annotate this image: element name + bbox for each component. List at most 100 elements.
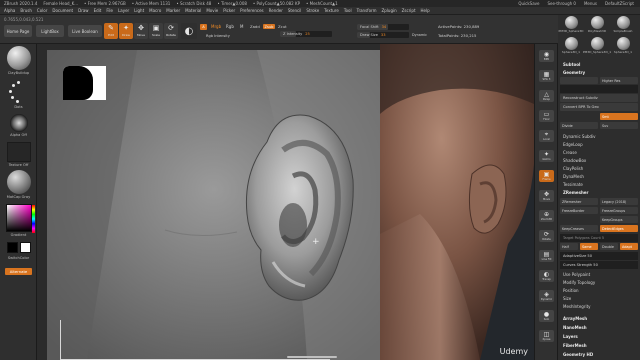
rotate-button[interactable]: ⟳ Rotate (539, 230, 554, 242)
menu-marker[interactable]: Marker (166, 8, 180, 13)
menu-edit[interactable]: Edit (94, 8, 102, 13)
menu-draw[interactable]: Draw (78, 8, 88, 13)
menu-material[interactable]: Material (185, 8, 201, 13)
transp-button[interactable]: ◐ Transp (539, 270, 554, 282)
freeze-border-toggle[interactable]: FreezeBorder (560, 207, 598, 214)
fibermesh-section[interactable]: FiberMesh (560, 341, 638, 349)
brush-picker[interactable]: ClayBuildup (5, 46, 32, 75)
edit-mode-button[interactable]: ✎ Edit (104, 23, 118, 39)
subtool-section[interactable]: Subtool (560, 60, 638, 68)
smt-toggle[interactable]: Smt (600, 113, 638, 120)
convert-bpr-button[interactable]: Convert BPR To Geo (560, 103, 638, 111)
zremesher-section[interactable]: ZRemesher (560, 188, 638, 196)
same-button[interactable]: Same (580, 243, 598, 250)
dynamic-toggle[interactable]: Dynamic (412, 33, 427, 37)
menu-alpha[interactable]: Alpha (4, 8, 15, 13)
geometry-section[interactable]: Geometry (560, 68, 638, 76)
thumb-sphere3d-1[interactable]: Sphere3D_1 (612, 37, 634, 54)
rgb-button[interactable]: Rgb (226, 24, 234, 29)
detect-edges-toggle[interactable]: DetectEdges (600, 225, 638, 232)
alternate-button[interactable]: Alternate (5, 268, 32, 275)
keep-groups-toggle[interactable]: KeepGroups (600, 216, 638, 223)
size-section[interactable]: Size (560, 294, 638, 302)
live-boolean-button[interactable]: Live Boolean (68, 25, 102, 37)
focal-shift-slider[interactable]: Focal Shift 34 (357, 24, 409, 30)
a-toggle[interactable]: A (200, 24, 207, 30)
divide-button[interactable]: Divide (560, 122, 598, 129)
reconstruct-subdiv-button[interactable]: Reconstruct Subdiv (560, 94, 638, 102)
dynamesh-section[interactable]: DynaMesh (560, 172, 638, 180)
thumb-polymesh[interactable]: PolyMesh3D (586, 16, 608, 33)
menu-zscript[interactable]: Zscript (402, 8, 416, 13)
spix-3-button[interactable]: ▦ SPix 3 (539, 70, 554, 82)
menu-document[interactable]: Document (52, 8, 73, 13)
keep-creases-toggle[interactable]: KeepCreases (560, 225, 598, 232)
zcut-button[interactable]: Zcut (278, 24, 287, 29)
dynamic-button[interactable]: ◈ Dynamic (539, 290, 554, 302)
adaptive-size-slider[interactable]: AdaptiveSize 50 (560, 252, 638, 260)
menu-macro[interactable]: Macro (149, 8, 161, 13)
menu-light[interactable]: Light (134, 8, 144, 13)
menu-movie[interactable]: Movie (206, 8, 218, 13)
zremesher-button[interactable]: ZRemesher (560, 198, 598, 205)
claypolish-section[interactable]: ClayPolish (560, 164, 638, 172)
menu-help[interactable]: Help (421, 8, 430, 13)
tessimate-section[interactable]: Tessimate (560, 180, 638, 188)
lightbox-button[interactable]: LightBox (36, 25, 64, 37)
z-intensity-slider[interactable]: Z Intensity 25 (280, 31, 332, 37)
mrgb-button[interactable]: Mrgb (211, 24, 221, 29)
menu-stencil[interactable]: Stencil (288, 8, 302, 13)
freeze-groups-toggle[interactable]: FreezeGroups (600, 207, 638, 214)
frame-button[interactable]: ▣ Frame (539, 170, 554, 182)
dynamic-subdiv-section[interactable]: Dynamic Subdiv (560, 132, 638, 140)
thumb-simplebrush[interactable]: SimpleBrush (612, 16, 634, 33)
gizmo-button[interactable]: ✦ Gizmo (539, 150, 554, 162)
geometry-hd-section[interactable]: Geometry HD (560, 350, 638, 358)
floor-button[interactable]: ▭ Floor (539, 110, 554, 122)
menu-tool[interactable]: Tool (344, 8, 352, 13)
thumb-pm3d-sphere-1[interactable]: PM3D_Sphere3D_1 (583, 37, 611, 54)
menu-preferences[interactable]: Preferences (240, 8, 264, 13)
m-button[interactable]: M (240, 24, 243, 29)
texture-picker[interactable]: Texture Off (5, 142, 32, 167)
bpr-button[interactable]: ◉ BPR (539, 50, 554, 62)
meshintegrity-section[interactable]: MeshIntegrity (560, 302, 638, 310)
rgb-intensity-slider[interactable]: Rgb Intensity (206, 34, 230, 38)
xpose-button[interactable]: ◫ Xpose (539, 330, 554, 342)
menu-texture[interactable]: Texture (324, 8, 339, 13)
zsub-button[interactable]: Zsub (263, 24, 275, 29)
menu-color[interactable]: Color (37, 8, 47, 13)
legacy-toggle[interactable]: Legacy (2018) (600, 198, 638, 205)
see-through-slider[interactable]: See-through 0 (548, 1, 576, 6)
menu-brush[interactable]: Brush (20, 8, 32, 13)
thumb-pm3d-sphere[interactable]: PM3D_Sphere3D (559, 16, 583, 33)
line-fill-button[interactable]: ▤ Line Fill (539, 250, 554, 262)
menu-transform[interactable]: Transform (357, 8, 377, 13)
adapt-toggle[interactable]: Adapt (620, 243, 638, 250)
switch-color-group[interactable]: SwitchColor (5, 242, 32, 260)
layers-section[interactable]: Layers (560, 332, 638, 340)
persp-button[interactable]: △ Persp (539, 90, 554, 102)
document-canvas[interactable]: + Udemy (37, 44, 534, 360)
canvas-scrollbar[interactable] (287, 356, 337, 358)
menu-zplugin[interactable]: Zplugin (382, 8, 397, 13)
solo-button[interactable]: ● Solo (539, 310, 554, 322)
default-zscript-button[interactable]: DefaultZScript (605, 1, 634, 6)
suv-toggle[interactable]: Suv (600, 122, 638, 129)
navigator-thumbnail[interactable] (63, 66, 106, 100)
quicksave-button[interactable]: QuickSave (518, 1, 539, 6)
color-palette[interactable] (5, 204, 35, 233)
menu-stroke[interactable]: Stroke (306, 8, 319, 13)
draw-mode-button[interactable]: ✦ Draw (119, 23, 133, 39)
half-button[interactable]: Half (560, 243, 578, 250)
sculpt-viewport[interactable]: + (47, 50, 380, 360)
move-mode-button[interactable]: ✥ Move (134, 23, 148, 39)
thumb-sphere3d[interactable]: Sphere3D_1 (560, 37, 582, 54)
zoom3d-button[interactable]: ⊕ Zoom3D (539, 210, 554, 222)
target-polygons-slider[interactable]: Target Polygons Count 5 (560, 234, 638, 242)
nanomesh-section[interactable]: NanoMesh (560, 323, 638, 331)
modify-topology-section[interactable]: Modify Topology (560, 278, 638, 286)
menu-picker[interactable]: Picker (223, 8, 235, 13)
draw-size-slider[interactable]: Draw Size 33 (357, 32, 409, 38)
primary-color-swatch[interactable] (19, 242, 31, 253)
